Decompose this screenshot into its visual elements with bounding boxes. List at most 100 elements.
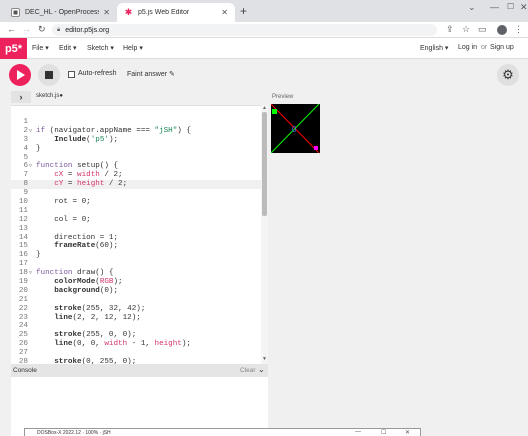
- console-collapse-icon[interactable]: ⌄: [258, 365, 265, 374]
- code-line[interactable]: 13: [11, 225, 261, 234]
- dosbox-title: DOSBox-X 2022.12 · 100% · jSH: [37, 430, 111, 436]
- code-editor[interactable]: 1 2 ▽ if (navigator.appName === "jSH") {3 I…: [11, 105, 268, 364]
- code-line[interactable]: 20 background(0);: [11, 287, 261, 296]
- line-text: col = 0;: [36, 215, 91, 224]
- scroll-down-icon[interactable]: ▼: [262, 356, 267, 362]
- line-number: 18: [18, 269, 28, 278]
- code-line[interactable]: 14 direction = 1;: [11, 234, 261, 243]
- console-clear-button[interactable]: Clear: [240, 367, 256, 374]
- tab-close-icon[interactable]: ✕: [221, 8, 228, 17]
- code-line[interactable]: 12 col = 0;: [11, 216, 261, 225]
- line-text: stroke(255, 0, 0);: [54, 331, 137, 340]
- code-line[interactable]: 21: [11, 296, 261, 305]
- line-number: 1: [23, 118, 28, 126]
- line-number: 15: [18, 242, 28, 251]
- dosbox-close-icon[interactable]: ✕: [405, 429, 410, 436]
- line-text: line(2, 2, 12, 12);: [54, 313, 141, 322]
- openprocessing-favicon-icon: [11, 8, 20, 17]
- line-text: if (navigator.appName === "jSH") {: [36, 126, 191, 135]
- code-line[interactable]: 24: [11, 322, 261, 331]
- tab-openprocessing[interactable]: DEC_HL - OpenProcessing ✕: [4, 3, 117, 22]
- lock-icon: 🔒︎: [57, 26, 61, 33]
- url-field[interactable]: 🔒︎ editor.p5js.org: [52, 24, 437, 36]
- code-line[interactable]: 16}: [11, 251, 261, 260]
- auto-refresh-checkbox[interactable]: [68, 71, 75, 78]
- fold-icon[interactable]: ▽: [29, 162, 32, 171]
- code-line[interactable]: 1: [11, 118, 261, 127]
- code-line[interactable]: 27: [11, 349, 261, 358]
- scroll-up-icon[interactable]: ▲: [262, 105, 267, 111]
- menu-file[interactable]: File ▾: [32, 44, 49, 52]
- line-number: 9: [23, 189, 28, 198]
- code-line[interactable]: 2 ▽ if (navigator.appName === "jSH") {: [11, 127, 261, 136]
- menu-edit[interactable]: Edit ▾: [59, 44, 77, 52]
- sidebar-expand-button[interactable]: ›: [11, 91, 31, 103]
- tab-title: DEC_HL - OpenProcessing: [25, 9, 99, 16]
- code-line[interactable]: 8 cY = height / 2;: [11, 180, 261, 190]
- code-line[interactable]: 5: [11, 154, 261, 163]
- maximize-icon[interactable]: ☐: [507, 2, 514, 11]
- login-link[interactable]: Log in: [458, 44, 477, 51]
- more-menu-icon[interactable]: ⋮: [514, 24, 523, 35]
- new-tab-icon[interactable]: +: [240, 4, 247, 18]
- preview-canvas[interactable]: 0: [271, 104, 320, 153]
- code-line[interactable]: 4}: [11, 145, 261, 154]
- code-lines[interactable]: 1 2 ▽ if (navigator.appName === "jSH") {3 I…: [11, 118, 261, 364]
- code-line[interactable]: 10 rot = 0;: [11, 198, 261, 207]
- menu-help[interactable]: Help ▾: [123, 44, 143, 52]
- pencil-icon[interactable]: ✎: [169, 71, 175, 78]
- code-line[interactable]: 3 Include('p5');: [11, 136, 261, 145]
- line-number: 21: [18, 295, 28, 304]
- code-line[interactable]: 18 ▽ function draw() {: [11, 269, 261, 278]
- tab-search-icon[interactable]: ⌄: [468, 2, 476, 13]
- profile-avatar[interactable]: [497, 25, 507, 35]
- code-line[interactable]: 19 colorMode(RGB);: [11, 278, 261, 287]
- dosbox-window[interactable]: DOSBox-X 2022.12 · 100% · jSH — ☐ ✕: [24, 428, 421, 436]
- browser-tab-bar: DEC_HL - OpenProcessing ✕ ✱ p5.js Web Ed…: [0, 0, 528, 22]
- tab-title: p5.js Web Editor: [138, 9, 190, 16]
- line-number: 6: [23, 162, 28, 171]
- code-line[interactable]: 17: [11, 260, 261, 269]
- left-strip: [0, 89, 11, 436]
- reload-icon[interactable]: ↻: [38, 24, 46, 35]
- code-line[interactable]: 15 frameRate(60);: [11, 242, 261, 251]
- code-line[interactable]: 23 line(2, 2, 12, 12);: [11, 314, 261, 323]
- code-line[interactable]: 22 stroke(255, 32, 42);: [11, 305, 261, 314]
- bookmark-star-icon[interactable]: ☆: [462, 24, 470, 35]
- minimize-icon[interactable]: —: [490, 2, 499, 12]
- code-line[interactable]: 11: [11, 207, 261, 216]
- signup-link[interactable]: Sign up: [490, 44, 514, 51]
- file-tab[interactable]: sketch.js●: [36, 93, 63, 99]
- tab-p5-editor[interactable]: ✱ p5.js Web Editor ✕: [117, 3, 235, 22]
- unsaved-dot: ●: [59, 93, 63, 99]
- share-icon[interactable]: ⇪: [446, 24, 454, 35]
- language-select[interactable]: English ▾: [420, 44, 448, 52]
- code-line[interactable]: 25 stroke(255, 0, 0);: [11, 331, 261, 340]
- p5-logo[interactable]: p5*: [0, 38, 27, 59]
- code-line[interactable]: 6 ▽ function setup() {: [11, 162, 261, 171]
- line-number: 11: [18, 206, 28, 215]
- code-line[interactable]: 9: [11, 189, 261, 198]
- back-icon[interactable]: ←: [7, 24, 16, 34]
- play-button[interactable]: [9, 64, 31, 86]
- dosbox-minimize-icon[interactable]: —: [355, 429, 361, 435]
- line-text: Include('p5');: [54, 135, 119, 144]
- line-number: 13: [18, 224, 28, 233]
- menu-sketch[interactable]: Sketch ▾: [87, 44, 114, 52]
- editor-scroll-thumb[interactable]: [262, 112, 267, 216]
- forward-icon[interactable]: →: [22, 24, 31, 34]
- fold-icon[interactable]: ▽: [29, 269, 32, 278]
- dosbox-maximize-icon[interactable]: ☐: [381, 429, 386, 436]
- file-tab-name: sketch.js: [36, 93, 60, 99]
- stop-button[interactable]: [38, 64, 60, 86]
- fold-icon[interactable]: ▽: [29, 127, 32, 136]
- tab-close-icon[interactable]: ✕: [103, 8, 110, 17]
- window-icon[interactable]: ▭: [478, 24, 487, 35]
- close-window-icon[interactable]: ✕: [520, 2, 528, 13]
- code-line[interactable]: 26 line(0, 0, width - 1, height);: [11, 340, 261, 349]
- settings-gear-icon[interactable]: ⚙: [497, 64, 519, 86]
- sketch-name[interactable]: Faint answer ✎: [127, 70, 175, 78]
- code-line[interactable]: 7 cX = width / 2;: [11, 171, 261, 180]
- canvas-text: 0: [292, 125, 297, 134]
- line-text: function draw() {: [36, 269, 114, 278]
